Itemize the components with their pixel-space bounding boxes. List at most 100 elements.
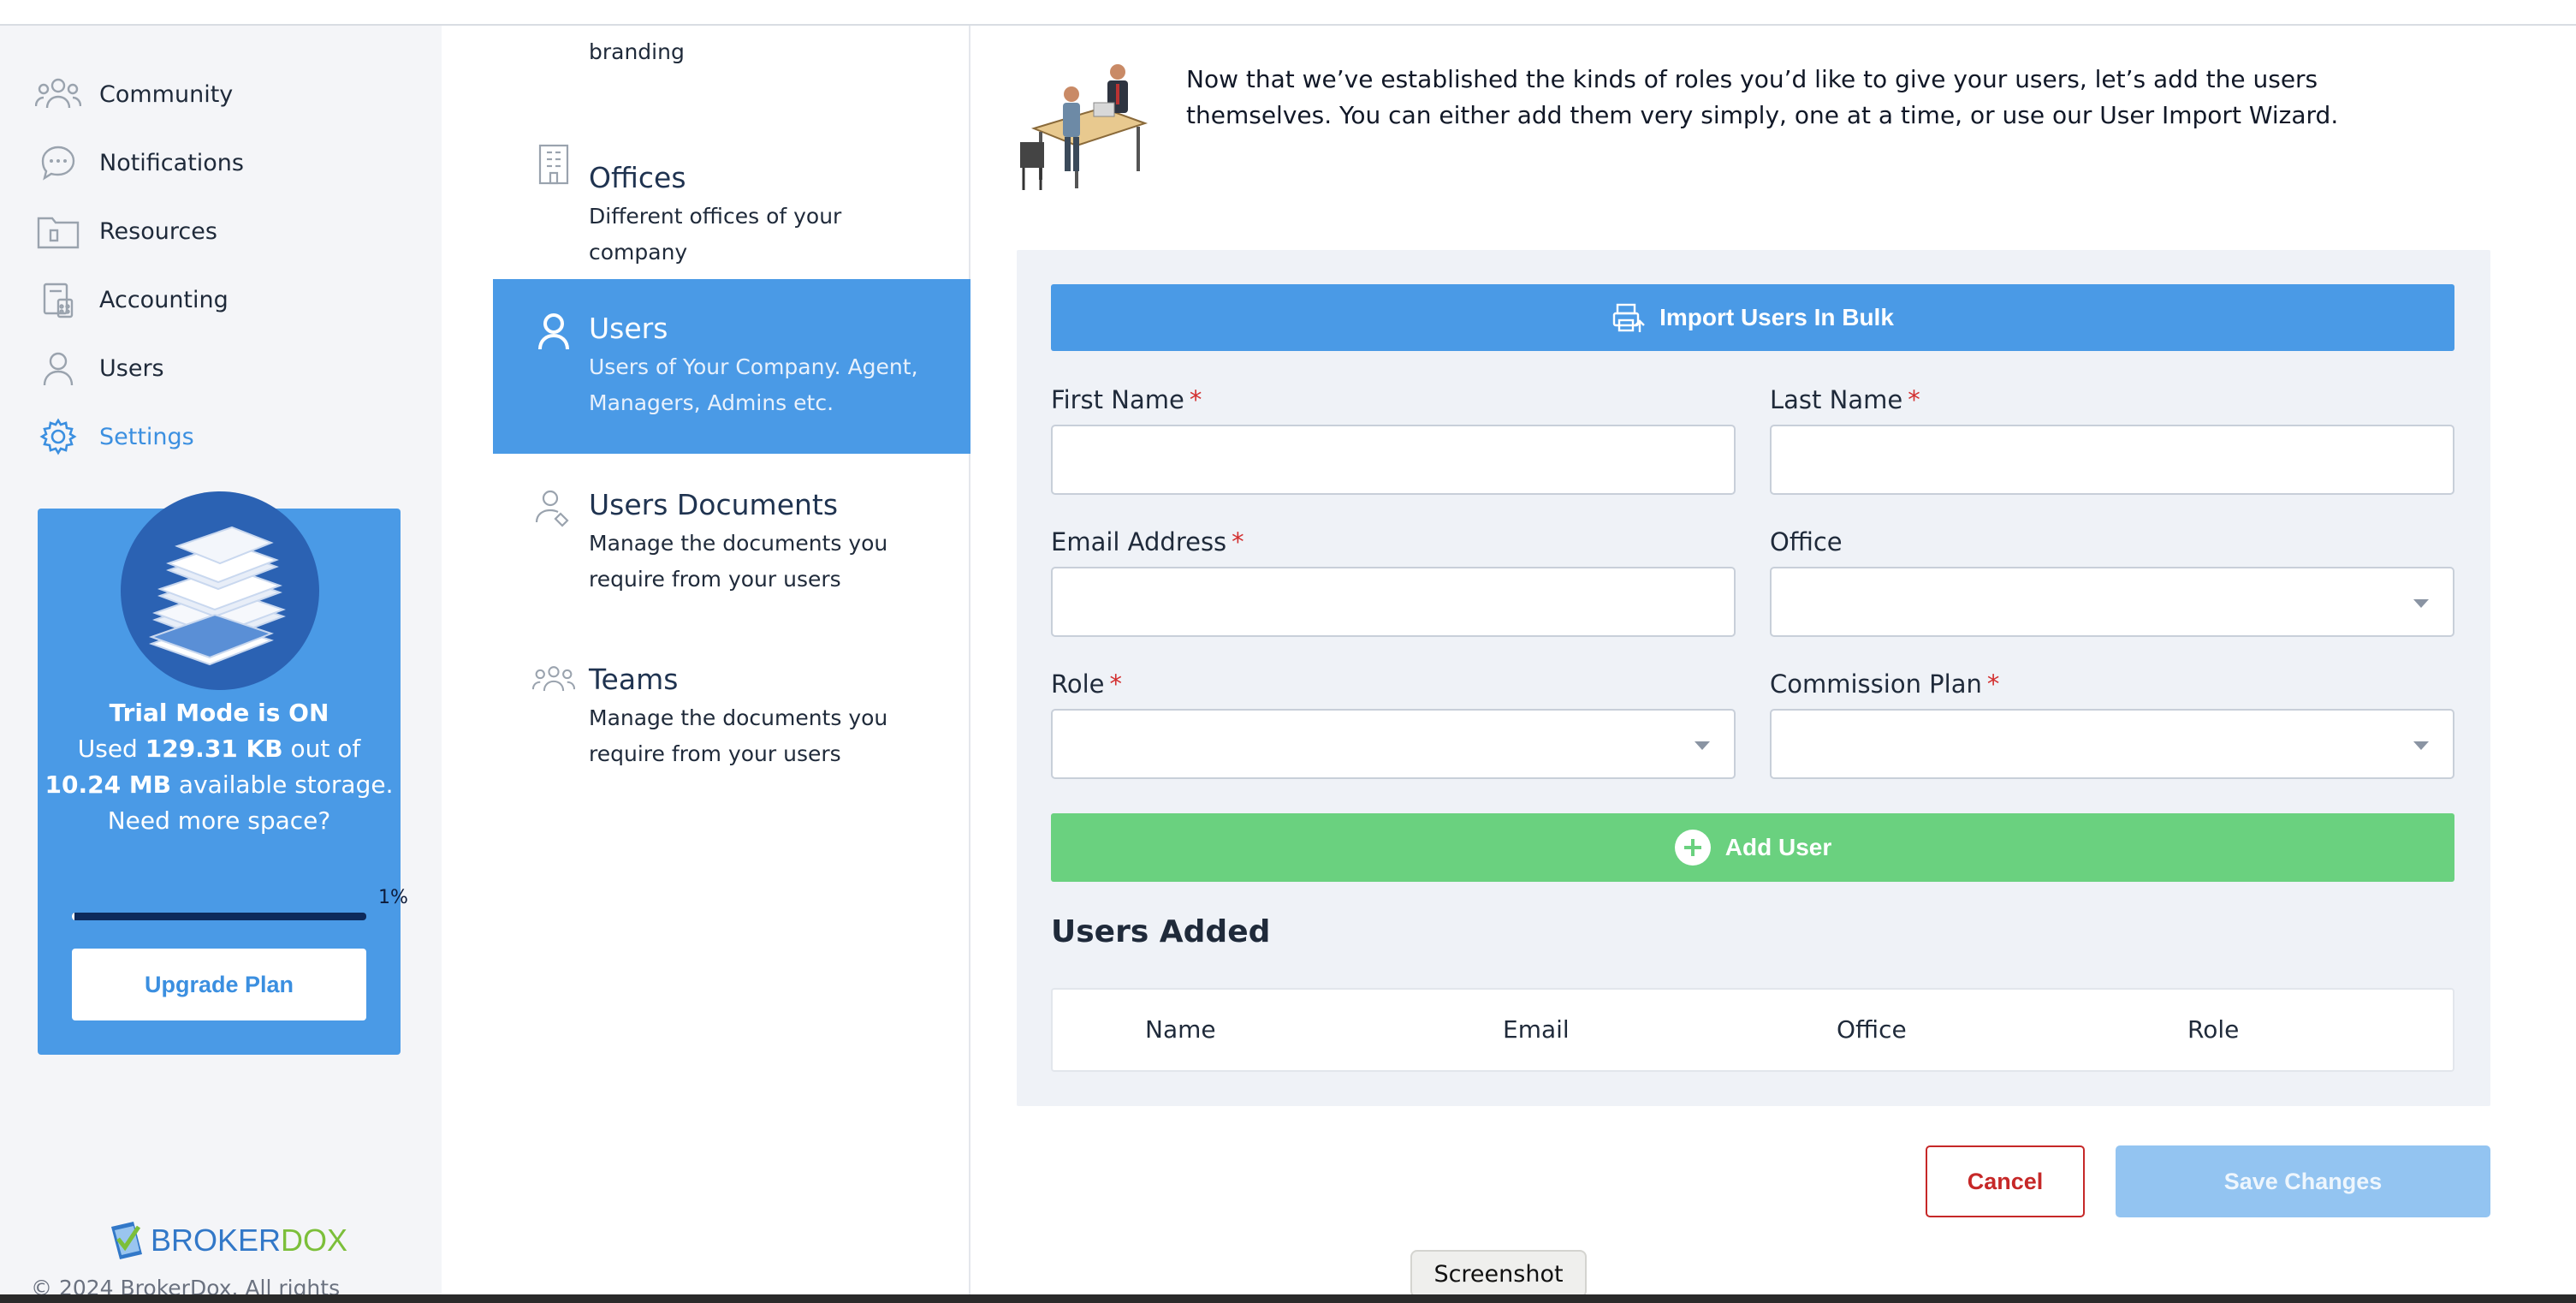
storage-available-text: available storage.: [171, 770, 394, 799]
storage-total-value: 10.24 MB: [45, 770, 172, 799]
required-mark: *: [1109, 669, 1123, 699]
sidebar-item-label: Resources: [99, 217, 217, 245]
storage-card: Trial Mode is ON Used 129.31 KB out of 1…: [38, 491, 408, 1055]
sidebar-item-community[interactable]: Community: [34, 70, 233, 118]
storage-status-text: Trial Mode is ON Used 129.31 KB out of 1…: [38, 695, 401, 839]
brand-logo: BROKERDOX: [108, 1217, 347, 1264]
chevron-down-icon: [2413, 599, 2429, 608]
required-mark: *: [1986, 669, 2000, 699]
storage-progress-bar: [72, 913, 366, 920]
chevron-down-icon: [1695, 741, 1710, 750]
settings-item-title: Users Documents: [589, 488, 839, 521]
storage-used-value: 129.31 KB: [145, 735, 283, 763]
plus-circle-icon: [1674, 830, 1711, 866]
settings-item-title: Offices: [589, 161, 686, 194]
storage-illustration: [121, 491, 319, 690]
gear-icon: [34, 413, 82, 461]
storage-used-prefix: Used: [77, 735, 145, 763]
user-icon: [532, 312, 575, 354]
settings-item-desc: Users of Your Company. Agent, Managers, …: [589, 354, 918, 415]
brand-name-part1: BROKER: [151, 1223, 282, 1258]
settings-item-teams[interactable]: Teams Manage the documents you require f…: [493, 663, 970, 803]
settings-item-title: Teams: [589, 663, 679, 696]
brokerdox-logo-icon: [111, 1222, 142, 1259]
settings-item-desc: Manage the documents you require from yo…: [589, 531, 888, 592]
commission-plan-label-text: Commission Plan: [1770, 669, 1982, 699]
intro-text: Now that we’ve established the kinds of …: [1186, 65, 2339, 129]
storage-percent-label: 1%: [378, 887, 408, 908]
browser-top-strip: [0, 0, 2576, 26]
settings-item-offices[interactable]: Offices Different offices of your compan…: [493, 134, 970, 274]
settings-item-title: Users: [589, 312, 668, 345]
document-stack-icon: [148, 526, 286, 666]
import-icon: [1611, 300, 1646, 335]
settings-item-users[interactable]: Users Users of Your Company. Agent, Mana…: [493, 279, 970, 454]
import-users-bulk-button[interactable]: Import Users In Bulk: [1051, 284, 2454, 351]
add-user-form-panel: Import Users In Bulk First Name * Last Na…: [1017, 250, 2490, 1106]
table-header-role[interactable]: Role: [2187, 1015, 2239, 1044]
chat-bubble-icon: [34, 139, 82, 187]
left-sidebar: Community Notifications Resources Accoun…: [0, 26, 442, 1303]
trial-mode-text: Trial Mode is ON: [109, 699, 329, 727]
brand-name: BROKERDOX: [151, 1223, 347, 1258]
building-icon: [532, 142, 575, 185]
role-label: Role *: [1051, 669, 1122, 699]
table-header-name[interactable]: Name: [1145, 1015, 1216, 1044]
first-name-label-text: First Name: [1051, 385, 1184, 414]
email-address-input[interactable]: [1051, 567, 1736, 637]
tooltip-text: Screenshot: [1433, 1260, 1564, 1288]
folder-icon: [34, 207, 82, 255]
brand-name-part2: DOX: [281, 1223, 348, 1258]
first-name-label: First Name *: [1051, 385, 1202, 414]
users-added-title: Users Added: [1051, 914, 1271, 949]
import-users-label: Import Users In Bulk: [1659, 304, 1894, 330]
sidebar-item-settings[interactable]: Settings: [34, 413, 194, 461]
sidebar-item-label: Notifications: [99, 149, 244, 176]
sidebar-item-accounting[interactable]: Accounting: [34, 276, 229, 324]
sidebar-item-label: Settings: [99, 423, 194, 450]
chevron-down-icon: [2413, 741, 2429, 750]
add-user-button[interactable]: Add User: [1051, 813, 2454, 882]
upgrade-plan-button[interactable]: Upgrade Plan: [72, 949, 366, 1020]
settings-item-desc: Different offices of your company: [589, 204, 842, 265]
storage-out-of: out of: [282, 735, 361, 763]
settings-item-desc: branding: [589, 39, 685, 64]
settings-item-users-documents[interactable]: Users Documents Manage the documents you…: [493, 488, 970, 628]
settings-item-branding[interactable]: branding: [493, 26, 970, 86]
calculator-icon: [34, 276, 82, 324]
sidebar-item-resources[interactable]: Resources: [34, 207, 217, 255]
email-address-label: Email Address *: [1051, 527, 1244, 556]
commission-plan-label: Commission Plan *: [1770, 669, 1999, 699]
storage-progress-fill: [72, 913, 75, 920]
settings-item-desc: Manage the documents you require from yo…: [589, 705, 888, 766]
cancel-button[interactable]: Cancel: [1926, 1145, 2085, 1217]
office-select[interactable]: [1770, 567, 2454, 637]
team-icon: [532, 663, 575, 705]
user-document-icon: [532, 488, 575, 531]
table-header-email[interactable]: Email: [1503, 1015, 1570, 1044]
role-select[interactable]: [1051, 709, 1736, 779]
sidebar-item-users[interactable]: Users: [34, 344, 164, 392]
users-added-table: Name Email Office Role: [1051, 988, 2454, 1072]
dock-strip: [0, 1294, 2576, 1303]
required-mark: *: [1232, 527, 1244, 556]
sidebar-item-label: Accounting: [99, 286, 229, 313]
office-label-text: Office: [1770, 527, 1843, 556]
required-mark: *: [1189, 385, 1202, 414]
community-icon: [34, 70, 82, 118]
last-name-label: Last Name *: [1770, 385, 1920, 414]
screenshot-tooltip: Screenshot: [1410, 1250, 1587, 1303]
role-label-text: Role: [1051, 669, 1105, 699]
last-name-input[interactable]: [1770, 425, 2454, 495]
first-name-input[interactable]: [1051, 425, 1736, 495]
office-label: Office: [1770, 527, 1843, 556]
table-header-office[interactable]: Office: [1837, 1015, 1907, 1044]
user-icon: [34, 344, 82, 392]
sidebar-item-label: Users: [99, 354, 164, 382]
email-address-label-text: Email Address: [1051, 527, 1227, 556]
add-user-label: Add User: [1724, 834, 1832, 860]
sidebar-item-notifications[interactable]: Notifications: [34, 139, 244, 187]
settings-menu: branding Offices Different offices of yo…: [493, 26, 970, 1294]
commission-plan-select[interactable]: [1770, 709, 2454, 779]
save-changes-button[interactable]: Save Changes: [2116, 1145, 2490, 1217]
